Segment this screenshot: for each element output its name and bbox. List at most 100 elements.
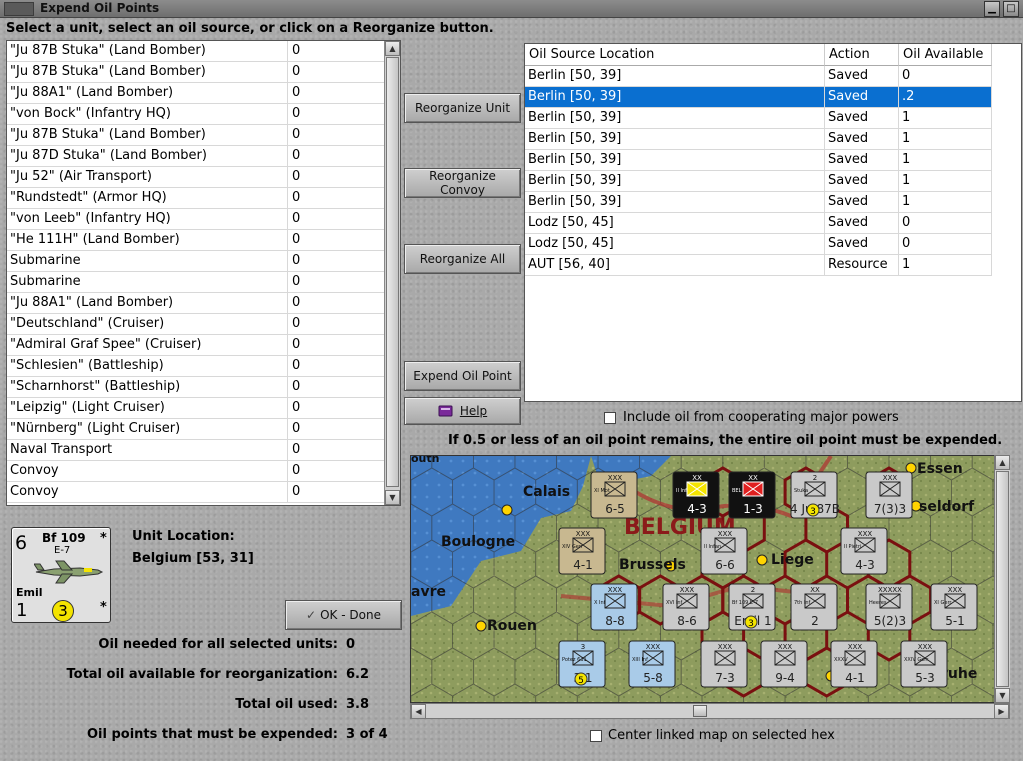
map-hscroll-thumb[interactable] [693,705,707,717]
map-label-liege: Liege [771,552,814,568]
map-horizontal-scrollbar[interactable]: ◀ ▶ [410,703,1010,719]
ok-done-button[interactable]: ✓ OK - Done [285,600,402,630]
scroll-up-arrow-icon[interactable]: ▲ [385,41,400,56]
map-unit-counter[interactable]: 2Bf 109 E-7Emil 13 [728,583,776,631]
unit-list-row[interactable]: "Admiral Graf Spee" (Cruiser) 0 [7,335,385,356]
oil-col-header-location[interactable]: Oil Source Location [525,44,825,66]
stat-value: 3 of 4 [346,727,388,742]
reorganize-convoy-button[interactable]: Reorganize Convoy [404,168,521,198]
map-canvas[interactable]: Calais Boulogne Brussels Liege Rouen Ess… [411,456,1010,703]
reorganize-unit-button[interactable]: Reorganize Unit [404,93,521,123]
map-unit-counter[interactable]: XXXXXXV 4-1 [830,640,878,688]
unit-list-row[interactable]: "Schlesien" (Battleship) 0 [7,356,385,377]
oil-source-row[interactable]: Berlin [50, 39] Saved 1 [525,129,992,150]
map-unit-counter[interactable]: 3Potez 6313 15 [558,640,606,688]
map-scroll-down-icon[interactable]: ▼ [995,688,1010,703]
map-scroll-up-icon[interactable]: ▲ [995,455,1010,470]
oil-source-row[interactable]: Berlin [50, 39] Saved 1 [525,192,992,213]
map-unit-counter[interactable]: XX 7th Inf 2 [790,583,838,631]
map-unit-counter[interactable]: XXX XIII Inf 5-8 [628,640,676,688]
help-button[interactable]: Help [404,397,521,425]
oil-source-row[interactable]: Berlin [50, 39] Saved 1 [525,150,992,171]
counter-unit-id: XIV Gerr [562,544,584,550]
expend-oil-point-button[interactable]: Expend Oil Point [404,361,521,391]
map-unit-counter[interactable]: XXXX Inf 8-8 [590,583,638,631]
center-map-checkbox[interactable] [590,730,602,742]
unit-list-row[interactable]: Convoy 0 [7,461,385,482]
map-unit-counter[interactable]: XXX II Infan 6-6 [700,527,748,575]
map-unit-counter[interactable]: XXX XIV Gerr 4-1 [558,527,606,575]
counter-unit-id: II Pietri [844,544,861,550]
oil-source-row[interactable]: AUT [56, 40] Resource 1 [525,255,992,276]
maximize-button[interactable]: □ [1003,1,1019,17]
map-unit-counter[interactable]: XXX XVI Inf 8-6 [662,583,710,631]
unit-list-row[interactable]: "Rundstedt" (Armor HQ) 0 [7,188,385,209]
oil-source-row[interactable]: Lodz [50, 45] Saved 0 [525,234,992,255]
unit-list-row[interactable]: "Nürnberg" (Light Cruiser) 0 [7,419,385,440]
map-unit-counter[interactable]: XXXXX Heeres 5(2)3 [865,583,913,631]
map-unit-counter[interactable]: XXX II Pietri 4-3 [840,527,888,575]
map-unit-counter[interactable]: XX BEL 1-3 [728,471,776,519]
unit-oil-value: 0 [287,398,385,419]
oil-source-location: Berlin [50, 39] [525,150,825,171]
oil-source-row[interactable]: Lodz [50, 45] Saved 0 [525,213,992,234]
unit-name: Convoy [10,463,59,478]
unit-list[interactable]: "Ju 87B Stuka" (Land Bomber) 0 "Ju 87B Stu… [6,40,401,506]
unit-oil-value: 0 [287,335,385,356]
map-unit-counter[interactable]: XXX XI Mot 6-5 [590,471,638,519]
oil-source-row[interactable]: Berlin [50, 39] Saved 1 [525,108,992,129]
unit-list-row[interactable]: "Ju 87D Stuka" (Land Bomber) 0 [7,146,385,167]
unit-list-row[interactable]: Submarine 0 [7,251,385,272]
oil-source-row[interactable]: Berlin [50, 39] Saved .2 [525,87,992,108]
counter-unit-id: II Inf [676,488,687,494]
unit-list-row[interactable]: "Ju 87B Stuka" (Land Bomber) 0 [7,41,385,62]
reorganize-all-button[interactable]: Reorganize All [404,244,521,274]
map-vertical-scrollbar[interactable]: ▲ ▼ [994,455,1010,703]
counter-size: XXX [608,586,623,594]
map-scroll-right-icon[interactable]: ▶ [994,704,1009,719]
unit-list-row[interactable]: "Scharnhorst" (Battleship) 0 [7,377,385,398]
unit-list-row[interactable]: "Ju 88A1" (Land Bomber) 0 [7,293,385,314]
unit-list-row[interactable]: Submarine 0 [7,272,385,293]
unit-list-row[interactable]: Naval Transport 0 [7,440,385,461]
unit-name: Submarine [10,253,81,268]
unit-list-row[interactable]: "Ju 87B Stuka" (Land Bomber) 0 [7,125,385,146]
unit-list-row[interactable]: "Ju 88A1" (Land Bomber) 0 [7,83,385,104]
unit-list-row[interactable]: "Leipzig" (Light Cruiser) 0 [7,398,385,419]
map-scroll-left-icon[interactable]: ◀ [411,704,426,719]
instruction-text: Select a unit, select an oil source, or … [6,21,494,36]
scroll-thumb[interactable] [386,57,399,487]
unit-list-row[interactable]: "He 111H" (Land Bomber) 0 [7,230,385,251]
window-title-bar[interactable]: Expend Oil Points ▁ □ [0,0,1023,18]
oil-col-header-action[interactable]: Action [825,44,899,66]
map-unit-counter[interactable]: XXX XI Gerr 5-1 [930,583,978,631]
map-unit-counter[interactable]: 2Stuka4 Ju 87B3 [790,471,840,519]
oil-col-header-available[interactable]: Oil Available [899,44,992,66]
map-unit-counter[interactable]: XXX XXIV Gerr 5-3 [900,640,948,688]
counter-size: XXX [718,643,733,651]
unit-name: "Rundstedt" (Armor HQ) [10,190,167,205]
unit-list-row[interactable]: "Ju 52" (Air Transport) 0 [7,167,385,188]
unit-oil-value: 0 [287,251,385,272]
map-vscroll-thumb[interactable] [996,471,1009,687]
counter-badge: 3 [810,507,816,517]
unit-list-row[interactable]: "Deutschland" (Cruiser) 0 [7,314,385,335]
oil-source-row[interactable]: Berlin [50, 39] Saved 1 [525,171,992,192]
include-cooperating-checkbox[interactable] [604,412,616,424]
map-unit-counter[interactable]: XXX 9-4 [760,640,808,688]
map-unit-counter[interactable]: XXX 7-3 [700,640,748,688]
linked-map[interactable]: Calais Boulogne Brussels Liege Rouen Ess… [410,455,1010,703]
map-unit-counter[interactable]: XXX 7(3)3 [865,471,913,519]
map-unit-counter[interactable]: XX II Inf 4-3 [672,471,720,519]
oil-source-table[interactable]: Oil Source Location Action Oil Available… [524,43,1022,402]
unit-list-row[interactable]: "von Bock" (Infantry HQ) 0 [7,104,385,125]
unit-list-row[interactable]: "Ju 87B Stuka" (Land Bomber) 0 [7,62,385,83]
oil-source-row[interactable]: Berlin [50, 39] Saved 0 [525,66,992,87]
unit-list-scrollbar[interactable]: ▲ ▼ [384,41,400,505]
unit-list-row[interactable]: Convoy 0 [7,482,385,503]
counter-unit-id: XXIV Gerr [904,657,929,663]
minimize-button[interactable]: ▁ [984,1,1000,17]
scroll-down-arrow-icon[interactable]: ▼ [385,490,400,505]
counter-unit-id: Stuka [794,488,808,494]
unit-list-row[interactable]: "von Leeb" (Infantry HQ) 0 [7,209,385,230]
